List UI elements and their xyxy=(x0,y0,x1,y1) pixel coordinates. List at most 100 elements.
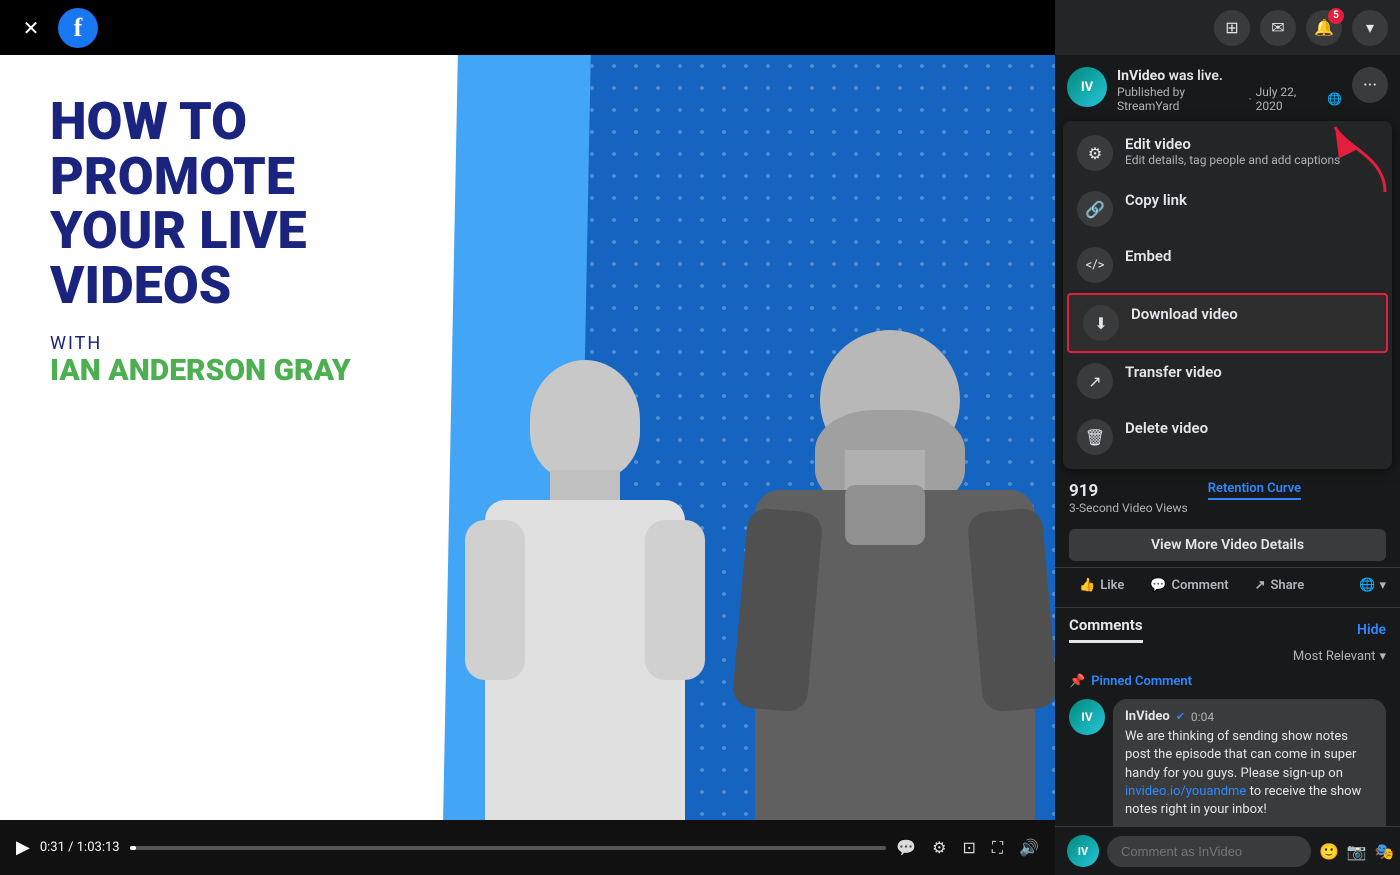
comment-icon: 💬 xyxy=(1150,578,1166,593)
stats-section: 919 3-Second Video Views Retention Curve xyxy=(1055,469,1400,523)
post-metadata: InVideo was live. Published by StreamYar… xyxy=(1117,67,1342,113)
volume-button[interactable]: 🔊 xyxy=(1019,838,1039,857)
download-video-text: Download video xyxy=(1131,305,1238,323)
copy-link-text: Copy link xyxy=(1125,191,1187,209)
video-title-overlay: HOW TO PROMOTE YOUR LIVE VIDEOS WITH IAN… xyxy=(50,95,351,387)
transfer-video-icon: ↗ xyxy=(1077,363,1113,399)
was-live-text: was live. xyxy=(1169,68,1223,84)
video-thumbnail: HOW TO PROMOTE YOUR LIVE VIDEOS WITH IAN… xyxy=(0,55,1055,820)
video-top-bar: ✕ f xyxy=(0,0,1055,55)
messenger-button[interactable]: ✉ xyxy=(1260,10,1296,46)
sidebar-top-bar: ⊞ ✉ 🔔 5 ▾ xyxy=(1055,0,1400,55)
title-line1: HOW TO xyxy=(50,95,351,150)
embed-icon: </> xyxy=(1077,247,1113,283)
account-dropdown-button[interactable]: ▾ xyxy=(1352,10,1388,46)
gif-button[interactable]: 🎭 xyxy=(1375,842,1395,861)
retention-curve-label: Retention Curve xyxy=(1208,481,1301,500)
comment-text: We are thinking of sending show notes po… xyxy=(1125,728,1374,819)
view-more-video-details-button[interactable]: View More Video Details xyxy=(1069,529,1386,561)
comment-button[interactable]: 💬 Comment xyxy=(1140,572,1238,599)
comment-input[interactable] xyxy=(1107,836,1311,867)
comment-item: IV InVideo ✔ 0:04 We are thinking of sen… xyxy=(1065,693,1390,826)
current-user-avatar: IV xyxy=(1067,835,1099,867)
transfer-video-menu-item[interactable]: ↗ Transfer video xyxy=(1063,353,1392,409)
sidebar: ⊞ ✉ 🔔 5 ▾ IV InVideo was live. Published… xyxy=(1055,0,1400,875)
edit-video-icon: ⚙ xyxy=(1077,135,1113,171)
sort-dropdown-button[interactable]: Most Relevant ▾ xyxy=(1293,649,1386,664)
pinned-label: Pinned Comment xyxy=(1091,674,1192,689)
comment-input-icons: 🙂 📷 🎭 xyxy=(1319,842,1395,861)
notifications-button[interactable]: 🔔 5 xyxy=(1306,10,1342,46)
play-button[interactable]: ▶ xyxy=(16,837,30,858)
transfer-video-label: Transfer video xyxy=(1125,363,1222,381)
settings-button[interactable]: ⚙ xyxy=(932,838,946,857)
comment-timestamp: 0:04 xyxy=(1191,710,1214,724)
comment-label: Comment xyxy=(1172,578,1229,593)
post-author-line: InVideo was live. xyxy=(1117,67,1342,85)
like-icon: 👍 xyxy=(1079,578,1095,593)
comment-avatar: IV xyxy=(1069,699,1105,735)
grid-menu-button[interactable]: ⊞ xyxy=(1214,10,1250,46)
guest-name: IAN ANDERSON GRAY xyxy=(50,354,351,387)
emoji-button[interactable]: 🙂 xyxy=(1319,842,1339,861)
verified-icon: ✔ xyxy=(1176,710,1185,723)
delete-video-menu-item[interactable]: 🗑 Delete video xyxy=(1063,409,1392,465)
title-line3: YOUR LIVE xyxy=(50,204,351,259)
delete-video-label: Delete video xyxy=(1125,419,1208,437)
title-line2: PROMOTE xyxy=(50,150,351,205)
sort-options: Most Relevant ▾ xyxy=(1055,643,1400,670)
dropdown-menu: ⚙ Edit video Edit details, tag people an… xyxy=(1063,121,1392,469)
with-label: WITH xyxy=(50,333,351,354)
transfer-video-text: Transfer video xyxy=(1125,363,1222,381)
progress-fill xyxy=(130,846,136,850)
dropdown-arrow: ▾ xyxy=(1379,578,1386,593)
hide-comments-button[interactable]: Hide xyxy=(1357,622,1386,638)
globe-icon: 🌐 xyxy=(1359,578,1375,593)
people-image xyxy=(395,300,1055,820)
embed-label: Embed xyxy=(1125,247,1171,265)
progress-bar[interactable] xyxy=(130,846,887,850)
time-display: 0:31 / 1:03:13 xyxy=(40,840,120,855)
pin-icon: 📌 xyxy=(1069,674,1085,689)
comments-tab[interactable]: Comments xyxy=(1069,616,1143,643)
share-label: Share xyxy=(1271,578,1305,593)
comment-input-bar: IV 🙂 📷 🎭 xyxy=(1055,826,1400,875)
photo-button[interactable]: 📷 xyxy=(1347,842,1367,861)
sidebar-content: IV InVideo was live. Published by Stream… xyxy=(1055,55,1400,875)
delete-video-text: Delete video xyxy=(1125,419,1208,437)
comment-bubble: InVideo ✔ 0:04 We are thinking of sendin… xyxy=(1113,699,1386,826)
action-bar: 👍 Like 💬 Comment ↗ Share 🌐 ▾ xyxy=(1055,567,1400,608)
comment-link[interactable]: invideo.io/youandme xyxy=(1125,784,1246,799)
globe-icon: 🌐 xyxy=(1327,92,1342,106)
comments-area: 📌 Pinned Comment IV InVideo ✔ 0:04 We ar… xyxy=(1055,670,1400,826)
close-button[interactable]: ✕ xyxy=(16,13,46,43)
pinned-comment-header: 📌 Pinned Comment xyxy=(1065,670,1390,693)
fullscreen-button[interactable]: ⛶ xyxy=(992,838,1003,858)
views-count: 919 xyxy=(1069,481,1188,501)
video-panel: ✕ f HOW TO PROMOTE YOUR LIVE VIDEOS WITH… xyxy=(0,0,1055,875)
edit-video-menu-item[interactable]: ⚙ Edit video Edit details, tag people an… xyxy=(1063,125,1392,181)
notification-count: 5 xyxy=(1328,8,1344,24)
share-icon: ↗ xyxy=(1255,578,1266,593)
audience-selector[interactable]: 🌐 ▾ xyxy=(1359,578,1386,593)
captions-button[interactable]: 💬 xyxy=(896,838,916,857)
video-container: HOW TO PROMOTE YOUR LIVE VIDEOS WITH IAN… xyxy=(0,55,1055,820)
download-video-menu-item[interactable]: ⬇ Download video xyxy=(1067,293,1388,353)
embed-menu-item[interactable]: </> Embed xyxy=(1063,237,1392,293)
delete-video-icon: 🗑 xyxy=(1077,419,1113,455)
comment-text-part1: We are thinking of sending show notes po… xyxy=(1125,729,1356,780)
retention-stat[interactable]: Retention Curve xyxy=(1208,481,1301,515)
author-name[interactable]: InVideo xyxy=(1117,68,1165,84)
post-subtitle: Published by StreamYard · July 22, 2020 … xyxy=(1117,85,1342,113)
comment-author-name[interactable]: InVideo xyxy=(1125,709,1170,724)
more-options-button[interactable]: ··· xyxy=(1352,67,1388,103)
edit-video-label: Edit video xyxy=(1125,135,1340,153)
views-label: 3-Second Video Views xyxy=(1069,501,1188,515)
edit-video-text: Edit video Edit details, tag people and … xyxy=(1125,135,1340,167)
share-button[interactable]: ↗ Share xyxy=(1245,572,1315,599)
comments-tabs: Comments Hide xyxy=(1055,608,1400,643)
copy-link-menu-item[interactable]: 🔗 Copy link xyxy=(1063,181,1392,237)
control-icons: 💬 ⚙ ⊡ ⛶ 🔊 xyxy=(896,838,1039,858)
like-button[interactable]: 👍 Like xyxy=(1069,572,1134,599)
miniplayer-button[interactable]: ⊡ xyxy=(962,838,975,857)
